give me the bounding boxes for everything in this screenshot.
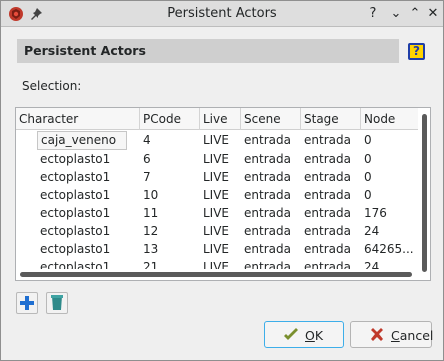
cell-stage: entrada <box>304 206 351 220</box>
table-row[interactable]: caja_veneno 4 LIVE entrada entrada 0 [] <box>16 131 430 150</box>
cell-live: LIVE <box>203 224 230 238</box>
column-header-stage[interactable]: Stage <box>301 108 361 130</box>
cell-scene: entrada <box>244 242 291 256</box>
cell-node: 0 <box>364 188 372 202</box>
cell-character: ectoplasto1 <box>40 188 111 202</box>
cell-character: ectoplasto1 <box>40 242 111 256</box>
dialog-window: Persistent Actors ? ⌄ ⌃ ✕ Persistent Act… <box>0 0 444 361</box>
cell-scene: entrada <box>244 133 291 147</box>
cell-pcode: 7 <box>143 170 151 184</box>
cell-pcode: 13 <box>143 242 159 256</box>
checkmark-icon <box>284 328 298 340</box>
cell-node: 24 <box>364 224 380 238</box>
horizontal-scroll-thumb[interactable] <box>20 272 412 277</box>
context-help-button[interactable]: ? <box>365 6 381 22</box>
cell-character: ectoplasto1 <box>40 224 111 238</box>
cell-scene: entrada <box>244 188 291 202</box>
page-title: Persistent Actors <box>24 43 146 58</box>
vertical-scroll-thumb[interactable] <box>422 114 427 272</box>
cell-pcode: 11 <box>143 206 159 220</box>
column-header-character[interactable]: Character <box>16 108 140 130</box>
table-row[interactable]: ectoplasto1 11 LIVE entrada entrada 176 … <box>16 204 430 222</box>
cell-stage: entrada <box>304 188 351 202</box>
maximize-button[interactable]: ⌃ <box>407 6 423 22</box>
cell-character: ectoplasto1 <box>40 206 111 220</box>
cancel-icon <box>371 328 383 341</box>
cell-live: LIVE <box>203 170 230 184</box>
minimize-button[interactable]: ⌄ <box>388 6 404 22</box>
cell-stage: entrada <box>304 224 351 238</box>
table-row[interactable]: ectoplasto1 10 LIVE entrada entrada 0 [] <box>16 186 430 204</box>
cell-character: ectoplasto1 <box>40 152 111 166</box>
cancel-label: Cancel <box>391 328 434 343</box>
selection-label: Selection: <box>22 79 82 93</box>
column-header-node[interactable]: Node <box>361 108 420 130</box>
add-button[interactable] <box>16 292 38 314</box>
cell-pcode: 12 <box>143 224 159 238</box>
ok-label: OK <box>305 328 324 343</box>
cell-live: LIVE <box>203 133 230 147</box>
header-bar: Persistent Actors <box>17 39 399 63</box>
table-row[interactable]: ectoplasto1 12 LIVE entrada entrada 24 [… <box>16 222 430 240</box>
cell-node: 64265... <box>364 242 414 256</box>
cell-live: LIVE <box>203 206 230 220</box>
cell-node: 176 <box>364 206 387 220</box>
actors-table[interactable]: Character PCode Live Scene Stage Node P … <box>15 107 431 281</box>
table-row[interactable]: ectoplasto1 7 LIVE entrada entrada 0 [] <box>16 168 430 186</box>
cell-character: ectoplasto1 <box>40 170 111 184</box>
ok-button[interactable]: OK <box>264 321 344 348</box>
cell-pcode: 10 <box>143 188 159 202</box>
cancel-button[interactable]: Cancel <box>350 321 434 348</box>
table-row[interactable]: ectoplasto1 13 LIVE entrada entrada 6426… <box>16 240 430 258</box>
cell-live: LIVE <box>203 242 230 256</box>
clear-icon <box>51 295 63 310</box>
cell-live: LIVE <box>203 188 230 202</box>
cell-node: 0 <box>364 170 372 184</box>
cell-live: LIVE <box>203 152 230 166</box>
horizontal-scrollbar[interactable] <box>16 269 418 280</box>
cell-scene: entrada <box>244 152 291 166</box>
column-header-pcode[interactable]: PCode <box>140 108 200 130</box>
plus-icon <box>20 296 34 310</box>
cell-scene: entrada <box>244 170 291 184</box>
vertical-scrollbar[interactable] <box>418 108 430 280</box>
clear-button[interactable] <box>46 292 68 314</box>
title-bar[interactable]: Persistent Actors ? ⌄ ⌃ ✕ <box>1 1 443 27</box>
cell-scene: entrada <box>244 206 291 220</box>
cell-stage: entrada <box>304 242 351 256</box>
character-edit-field[interactable]: caja_veneno <box>37 131 127 150</box>
cell-pcode: 6 <box>143 152 151 166</box>
cell-node: 0 <box>364 152 372 166</box>
column-header-live[interactable]: Live <box>200 108 241 130</box>
close-button[interactable]: ✕ <box>425 6 441 22</box>
cell-node: 0 <box>364 133 372 147</box>
table-row[interactable]: ectoplasto1 6 LIVE entrada entrada 0 [] <box>16 150 430 168</box>
cell-stage: entrada <box>304 170 351 184</box>
help-icon[interactable]: ? <box>408 43 425 60</box>
cell-scene: entrada <box>244 224 291 238</box>
cell-stage: entrada <box>304 152 351 166</box>
cell-stage: entrada <box>304 133 351 147</box>
column-header-scene[interactable]: Scene <box>241 108 301 130</box>
table-header: Character PCode Live Scene Stage Node P <box>16 108 430 130</box>
cell-pcode: 4 <box>143 133 151 147</box>
